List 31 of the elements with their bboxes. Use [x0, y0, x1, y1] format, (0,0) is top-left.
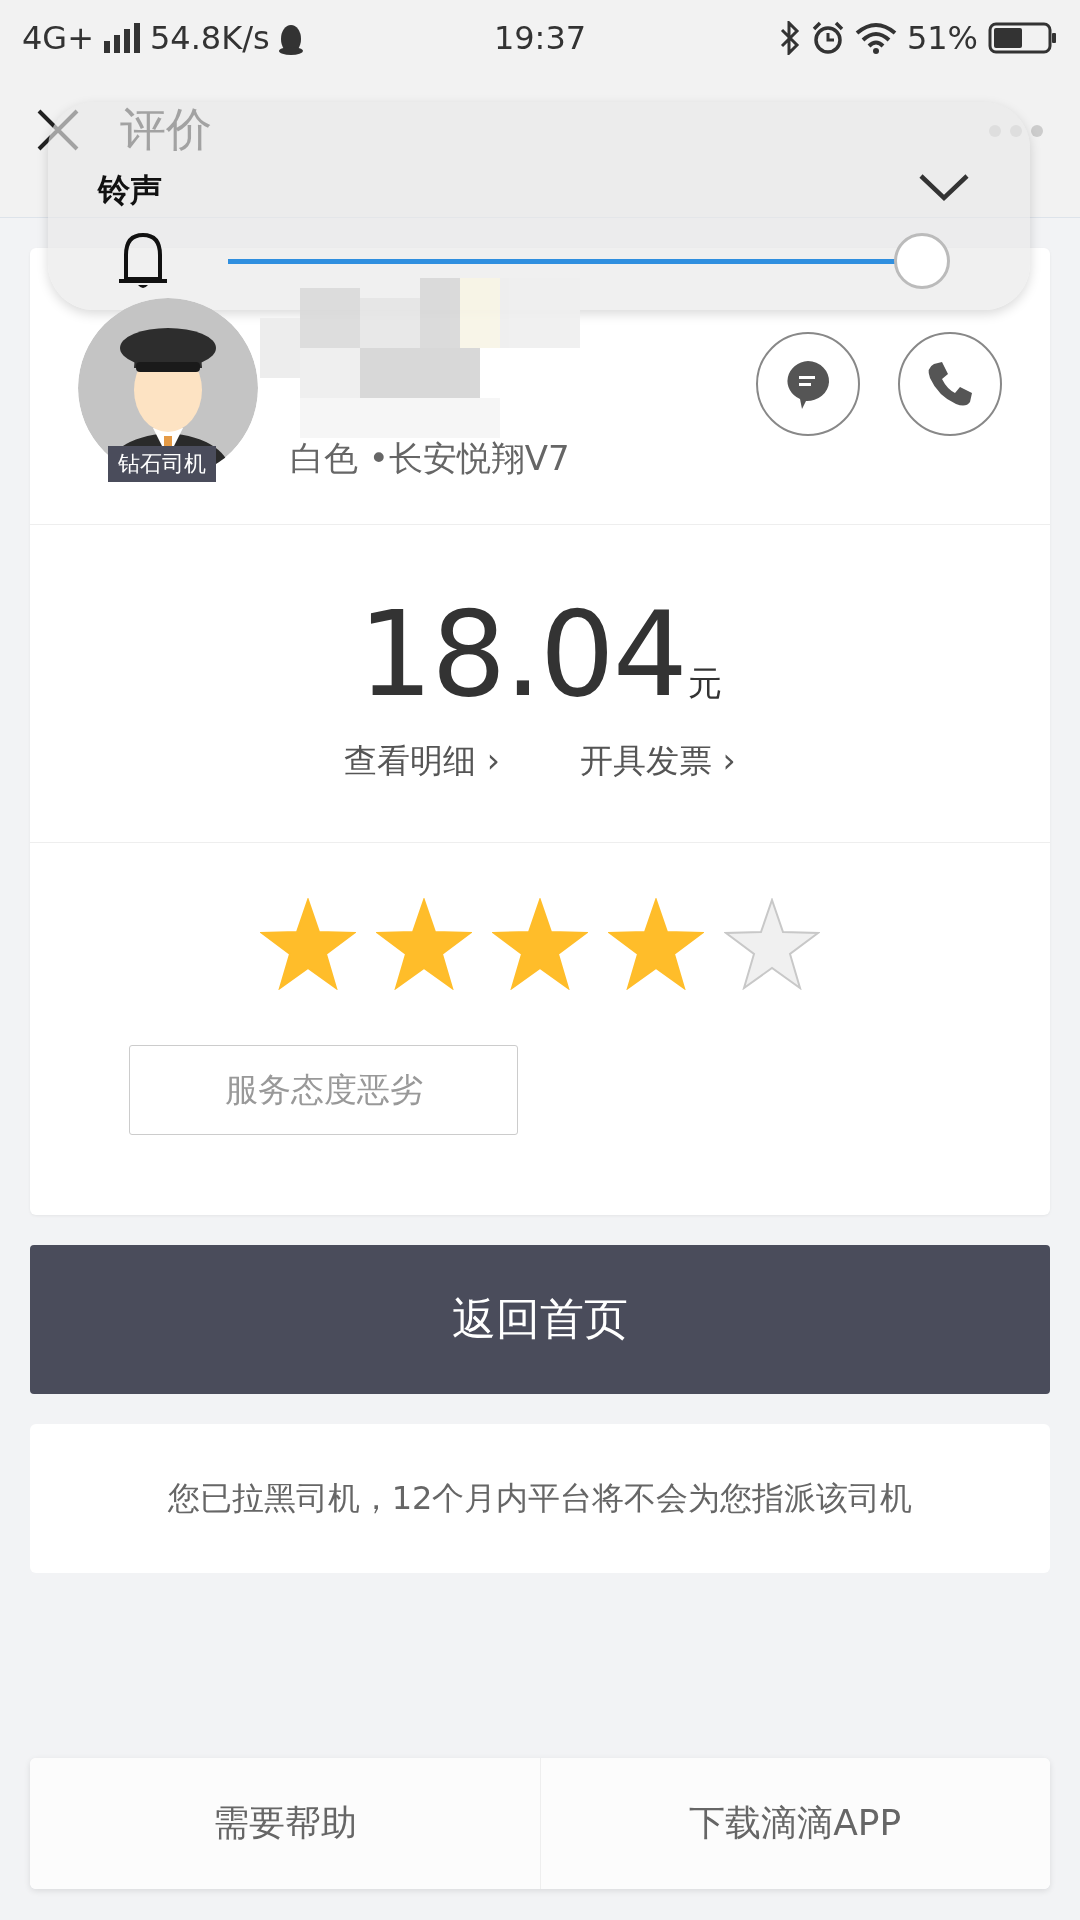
- battery-icon: [988, 21, 1058, 55]
- signal-icon: [101, 23, 142, 53]
- bluetooth-icon: [778, 21, 801, 55]
- car-description: 白色 •长安悦翔V7: [290, 437, 570, 480]
- filled-star-icon[interactable]: [260, 898, 356, 990]
- phone-icon: [926, 360, 974, 408]
- more-icon[interactable]: [988, 124, 1044, 138]
- fare-amount: 18.04: [358, 595, 686, 713]
- filled-star-icon[interactable]: [376, 898, 472, 990]
- invoice-link[interactable]: 开具发票 ›: [580, 739, 736, 784]
- fare-detail-link[interactable]: 查看明细 ›: [344, 739, 500, 784]
- wifi-icon: [854, 22, 897, 54]
- driver-level-badge: 钻石司机: [108, 446, 216, 482]
- network-speed: 54.8K/s: [149, 19, 270, 57]
- battery-percent: 51%: [906, 19, 978, 57]
- page-title: 评价: [120, 104, 212, 154]
- network-type: 4G+: [22, 19, 94, 57]
- filled-star-icon[interactable]: [608, 898, 704, 990]
- chat-bubble-icon: [784, 359, 832, 409]
- download-app-button[interactable]: 下载滴滴APP: [539, 1758, 1050, 1889]
- filled-star-icon[interactable]: [492, 898, 588, 990]
- blacklist-notice: 您已拉黑司机，12个月内平台将不会为您指派该司机: [167, 1477, 913, 1519]
- alarm-icon: [810, 21, 845, 55]
- currency-unit: 元: [687, 662, 722, 705]
- empty-star-icon[interactable]: [724, 898, 820, 990]
- chevron-down-icon[interactable]: [918, 172, 970, 202]
- help-button[interactable]: 需要帮助: [30, 1758, 540, 1889]
- close-icon[interactable]: [36, 108, 80, 152]
- clock-time: 19:37: [493, 19, 587, 57]
- ringtone-label: 铃声: [98, 172, 162, 211]
- back-home-button[interactable]: 返回首页: [30, 1245, 1050, 1394]
